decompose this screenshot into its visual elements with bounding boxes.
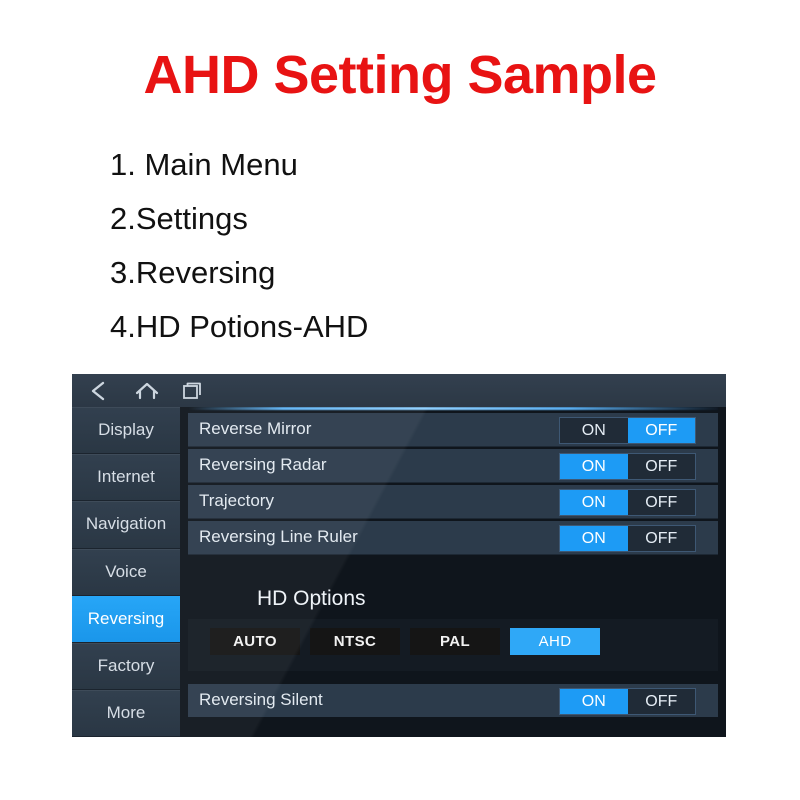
toggle-on-option[interactable]: ON <box>560 418 628 443</box>
toggle-off-option[interactable]: OFF <box>627 689 695 714</box>
setting-row-reversing-line-ruler: Reversing Line Ruler ON OFF <box>188 521 718 555</box>
sidebar-item-navigation[interactable]: Navigation <box>72 501 180 549</box>
device-navbar <box>72 374 726 407</box>
sidebar-item-label: Voice <box>105 561 147 581</box>
hd-option-auto[interactable]: AUTO <box>210 628 300 655</box>
settings-content: Reverse Mirror ON OFF Reversing Radar ON… <box>180 407 726 737</box>
row-label: Reverse Mirror <box>199 419 312 438</box>
toggle-on-option[interactable]: ON <box>560 454 628 479</box>
sidebar-item-reversing[interactable]: Reversing <box>72 595 180 643</box>
toggle-trajectory[interactable]: ON OFF <box>559 489 696 516</box>
sidebar-item-label: Navigation <box>85 514 167 534</box>
toggle-reverse-mirror[interactable]: ON OFF <box>559 417 696 444</box>
sidebar-item-label: Internet <box>97 467 155 487</box>
toggle-on-option[interactable]: ON <box>560 490 628 515</box>
step-line-4: 4.HD Potions-AHD <box>110 309 369 344</box>
setting-row-trajectory: Trajectory ON OFF <box>188 485 718 519</box>
steps-list: 1. Main Menu 2.Settings 3.Reversing 4.HD… <box>110 138 610 354</box>
row-label: Reversing Silent <box>199 690 323 709</box>
top-glow-divider <box>188 407 718 410</box>
hd-options-panel: AUTO NTSC PAL AHD <box>188 619 718 671</box>
toggle-reversing-line-ruler[interactable]: ON OFF <box>559 525 696 552</box>
row-label: Reversing Line Ruler <box>199 527 358 546</box>
toggle-off-option[interactable]: OFF <box>627 526 695 551</box>
setting-row-reversing-silent: Reversing Silent ON OFF <box>188 684 718 717</box>
hd-option-ahd[interactable]: AHD <box>510 628 600 655</box>
step-line-1: 1. Main Menu <box>110 147 298 182</box>
sidebar-item-voice[interactable]: Voice <box>72 548 180 596</box>
toggle-on-option[interactable]: ON <box>560 526 628 551</box>
sidebar-item-label: More <box>106 703 146 723</box>
setting-row-reversing-radar: Reversing Radar ON OFF <box>188 449 718 483</box>
hd-option-pal[interactable]: PAL <box>410 628 500 655</box>
sidebar-item-internet[interactable]: Internet <box>72 454 180 502</box>
toggle-reversing-silent[interactable]: ON OFF <box>559 688 696 715</box>
sidebar-item-display[interactable]: Display <box>72 407 180 455</box>
recent-apps-icon[interactable] <box>180 379 206 403</box>
device-screenshot: Display Internet Navigation Voice Revers… <box>72 374 726 737</box>
toggle-off-option[interactable]: OFF <box>627 454 695 479</box>
sidebar-item-label: Display <box>98 420 154 440</box>
settings-sidebar: Display Internet Navigation Voice Revers… <box>72 407 180 737</box>
step-line-3: 3.Reversing <box>110 255 276 290</box>
toggle-reversing-radar[interactable]: ON OFF <box>559 453 696 480</box>
sidebar-item-factory[interactable]: Factory <box>72 642 180 691</box>
home-icon[interactable] <box>134 379 160 403</box>
setting-row-reverse-mirror: Reverse Mirror ON OFF <box>188 413 718 447</box>
toggle-off-option[interactable]: OFF <box>627 490 695 515</box>
hd-options-button-group: AUTO NTSC PAL AHD <box>210 628 600 655</box>
hd-option-ntsc[interactable]: NTSC <box>310 628 400 655</box>
hd-options-heading: HD Options <box>257 587 366 610</box>
row-label: Trajectory <box>199 491 274 510</box>
sidebar-item-label: Factory <box>97 656 155 676</box>
row-label: Reversing Radar <box>199 455 327 474</box>
back-chevron-icon[interactable] <box>86 379 112 403</box>
sidebar-item-label: Reversing <box>87 608 165 628</box>
sidebar-item-more[interactable]: More <box>72 690 180 737</box>
page-title: AHD Setting Sample <box>143 45 657 105</box>
toggle-off-option[interactable]: OFF <box>627 418 695 443</box>
toggle-on-option[interactable]: ON <box>560 689 628 714</box>
step-line-2: 2.Settings <box>110 201 248 236</box>
